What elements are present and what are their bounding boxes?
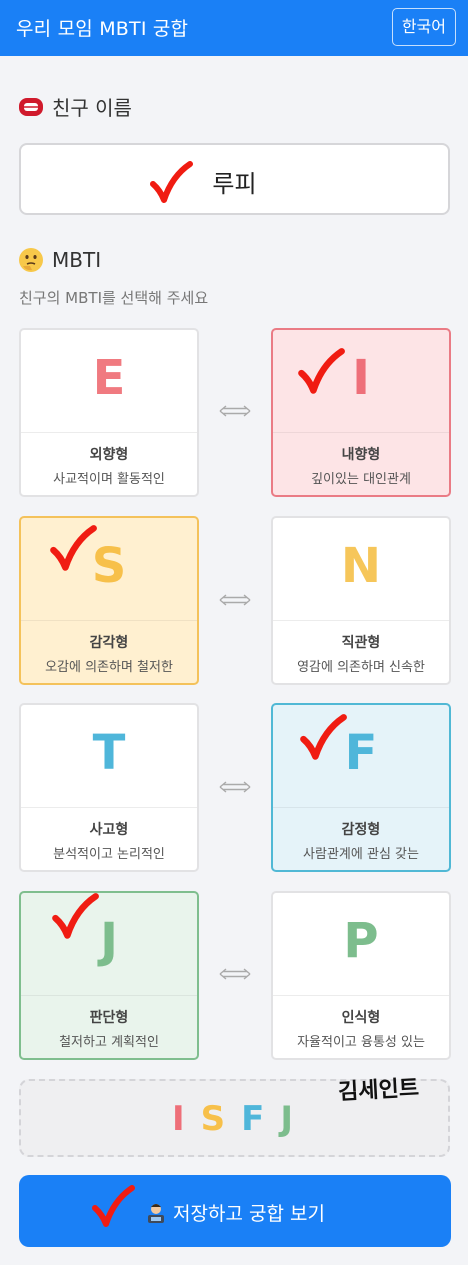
save-button-text: 저장하고 궁합 보기 (173, 1203, 325, 1225)
mbti-type-title: 외향형 (89, 447, 129, 463)
handwritten-signature: 김세인트 (337, 1075, 420, 1106)
mbti-section-title: MBTI (18, 247, 101, 273)
left-right-arrow-icon (219, 594, 251, 606)
thinking-face-icon (18, 247, 44, 273)
mbti-card-n[interactable]: N 직관형 영감에 의존하며 신속한 (271, 516, 451, 685)
name-section-label: 친구 이름 (52, 96, 132, 120)
left-right-arrow-icon (219, 781, 251, 793)
card-divider (273, 432, 449, 433)
mbti-type-title: 판단형 (89, 1010, 129, 1026)
card-divider (273, 995, 449, 996)
lips-icon (18, 94, 44, 120)
name-section-title: 친구 이름 (18, 92, 132, 121)
mbti-letter: I (352, 350, 370, 406)
mbti-type-title: 감정형 (341, 822, 381, 838)
mbti-letter: N (340, 538, 382, 594)
result-letter-2: S (200, 1099, 230, 1139)
mbti-card-i[interactable]: I 내향형 깊이있는 대인관계 (271, 328, 451, 497)
mbti-type-title: 인식형 (341, 1010, 381, 1026)
mbti-letter: E (92, 350, 126, 406)
language-button[interactable]: 한국어 (391, 8, 456, 46)
mbti-letter: P (343, 913, 379, 969)
card-divider (21, 432, 197, 433)
mbti-type-desc: 영감에 의존하며 신속한 (297, 660, 425, 675)
mbti-card-f[interactable]: F 감정형 사람관계에 관심 갖는 (271, 703, 451, 872)
mbti-type-title: 감각형 (89, 635, 129, 651)
mbti-hint: 친구의 MBTI를 선택해 주세요 (19, 289, 209, 307)
mbti-type-title: 직관형 (341, 635, 381, 651)
mbti-type-desc: 사람관계에 관심 갖는 (303, 847, 419, 862)
card-divider (273, 807, 449, 808)
app-header: 우리 모임 MBTI 궁합 한국어 (0, 0, 468, 56)
mbti-card-p[interactable]: P 인식형 자율적이고 융통성 있는 (271, 891, 451, 1060)
result-letter-3: F (241, 1099, 269, 1139)
card-divider (273, 620, 449, 621)
mbti-letter: T (92, 725, 126, 781)
mbti-card-j[interactable]: J 판단형 철저하고 계획적인 (19, 891, 199, 1060)
technologist-icon (145, 1202, 167, 1229)
mbti-type-desc: 깊이있는 대인관계 (311, 472, 411, 487)
mbti-type-desc: 자율적이고 융통성 있는 (297, 1035, 425, 1050)
result-letter-4: J (280, 1099, 298, 1139)
result-letter-1: I (171, 1099, 189, 1139)
save-button-label: 저장하고 궁합 보기 (19, 1199, 451, 1229)
mbti-type-title: 사고형 (89, 822, 129, 838)
mbti-type-title: 내향형 (341, 447, 381, 463)
mbti-card-e[interactable]: E 외향형 사교적이며 활동적인 (19, 328, 199, 497)
save-and-match-button[interactable]: 저장하고 궁합 보기 (19, 1175, 451, 1247)
app-title: 우리 모임 MBTI 궁합 (16, 18, 189, 40)
mbti-type-desc: 분석적이고 논리적인 (53, 847, 165, 862)
mbti-result-letters: ISFJ (21, 1099, 448, 1139)
left-right-arrow-icon (219, 968, 251, 980)
mbti-section-label: MBTI (52, 248, 102, 272)
mbti-card-t[interactable]: T 사고형 분석적이고 논리적인 (19, 703, 199, 872)
friend-name-input[interactable]: 루피 (19, 143, 450, 215)
mbti-type-desc: 철저하고 계획적인 (59, 1035, 159, 1050)
mbti-type-desc: 오감에 의존하며 철저한 (45, 660, 173, 675)
mbti-card-s[interactable]: S 감각형 오감에 의존하며 철저한 (19, 516, 199, 685)
mbti-letter: S (91, 538, 127, 594)
mbti-letter: F (344, 725, 378, 781)
card-divider (21, 807, 197, 808)
mbti-letter: J (100, 913, 118, 969)
left-right-arrow-icon (219, 405, 251, 417)
card-divider (21, 620, 197, 621)
card-divider (21, 995, 197, 996)
friend-name-value: 루피 (212, 170, 257, 198)
mbti-type-desc: 사교적이며 활동적인 (53, 472, 165, 487)
